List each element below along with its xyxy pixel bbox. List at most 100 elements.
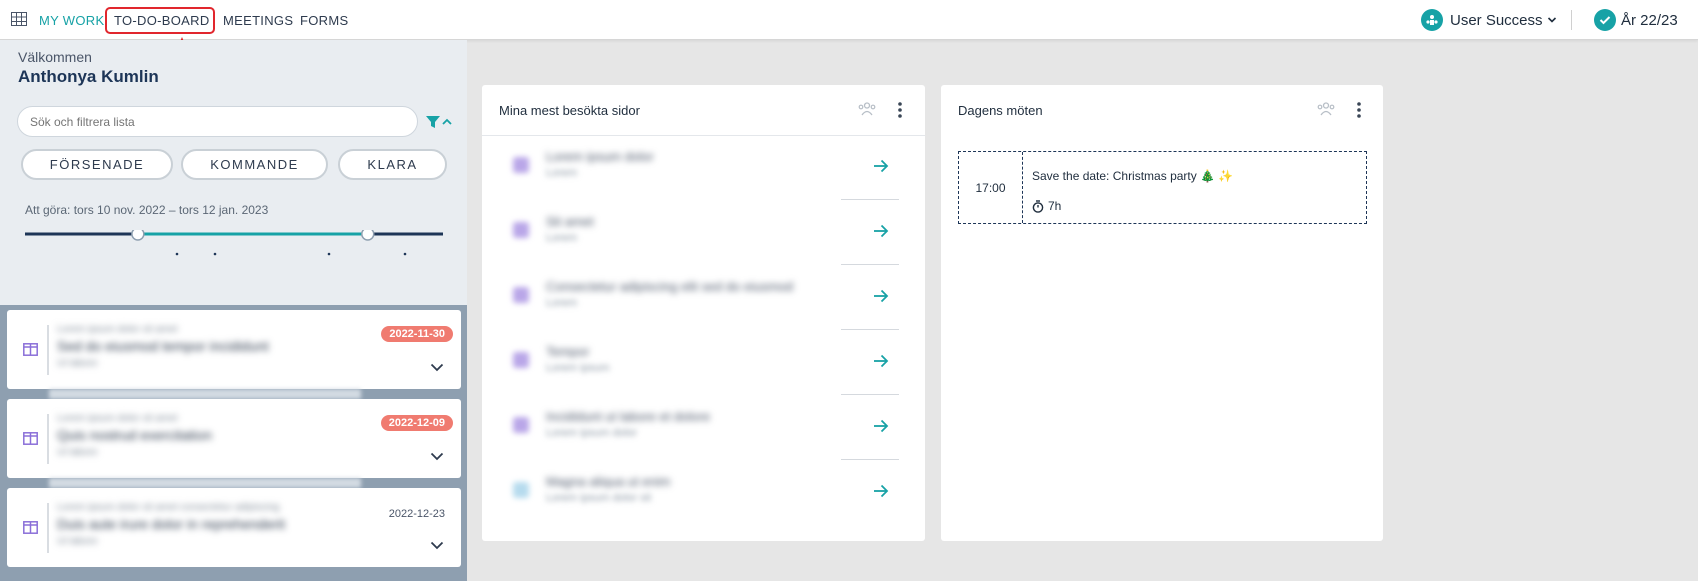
- date-range-label: Att göra: tors 10 nov. 2022 – tors 12 ja…: [25, 203, 269, 217]
- page-subtitle: Lorem ipsum: [546, 362, 610, 374]
- todays-meetings-panel: Dagens möten 17:00 Save the date: Christ…: [941, 85, 1383, 541]
- welcome-text: Välkommen: [18, 49, 92, 65]
- task-kicker: Lorem ipsum dolor sit amet consectetur a…: [57, 502, 280, 513]
- task-card[interactable]: Lorem ipsum dolor sit amet Quis nostrud …: [7, 399, 461, 478]
- task-kicker: Lorem ipsum dolor sit amet: [57, 324, 178, 335]
- page-name: Lorem ipsum dolor: [546, 149, 654, 164]
- date-range-slider[interactable]: [25, 230, 443, 260]
- task-list: Lorem ipsum dolor sit amet Sed do eiusmo…: [0, 305, 467, 581]
- due-date-badge: 2022-12-09: [380, 415, 453, 431]
- visited-page-row[interactable]: Lorem ipsum dolor Lorem: [499, 135, 899, 200]
- chevron-down-icon: [1547, 17, 1556, 23]
- task-card[interactable]: Lorem ipsum dolor sit amet consectetur a…: [7, 488, 461, 567]
- due-date-text: 2022-12-23: [388, 508, 445, 520]
- board-icon: [23, 521, 38, 534]
- card-divider: [47, 325, 49, 375]
- visited-page-row[interactable]: Consectetur adipiscing elit sed do eiusm…: [499, 265, 899, 330]
- task-subtitle: Ut labore: [57, 536, 98, 547]
- org-label: User Success: [1450, 11, 1543, 29]
- range-start-handle[interactable]: [131, 230, 145, 241]
- page-subtitle: Lorem: [546, 232, 578, 244]
- year-label: År 22/23: [1621, 11, 1678, 29]
- panel-title: Dagens möten: [958, 103, 1043, 118]
- card-divider: [47, 414, 49, 464]
- nav-meetings[interactable]: MEETINGS: [223, 13, 293, 28]
- to-do-board-highlight: [105, 7, 215, 34]
- visited-page-row[interactable]: Tempor Lorem ipsum: [499, 330, 899, 395]
- visited-page-row[interactable]: Magna aliqua ut enim Lorem ipsum dolor s…: [499, 460, 899, 525]
- page-name: Consectetur adipiscing elit sed do eiusm…: [546, 279, 794, 294]
- range-tick: [327, 252, 331, 256]
- arrow-right-icon[interactable]: [873, 224, 889, 238]
- filter-toggle-icon[interactable]: [425, 114, 453, 130]
- visited-page-row[interactable]: Incididunt ut labore et dolore Lorem ips…: [499, 395, 899, 460]
- page-icon: [513, 157, 529, 173]
- check-icon: [1594, 9, 1616, 31]
- user-name: Anthonya Kumlin: [18, 67, 159, 86]
- range-tick: [213, 252, 217, 256]
- arrow-right-icon[interactable]: [873, 419, 889, 433]
- filter-done-button[interactable]: KLARA: [338, 149, 447, 180]
- year-selector[interactable]: År 22/23: [1594, 0, 1678, 40]
- page-icon: [513, 482, 529, 498]
- nav-forms[interactable]: FORMS: [300, 13, 348, 28]
- meeting-title: Save the date: Christmas party 🎄 ✨: [1032, 169, 1234, 183]
- chevron-down-icon[interactable]: [430, 452, 444, 461]
- more-options-icon[interactable]: [1356, 101, 1362, 119]
- page-name: Tempor: [546, 344, 590, 359]
- page-name: Sit amet: [546, 214, 594, 229]
- apps-grid-icon[interactable]: [11, 12, 27, 26]
- search-input[interactable]: [17, 106, 418, 137]
- arrow-right-icon[interactable]: [873, 484, 889, 498]
- filter-overdue-button[interactable]: FÖRSENADE: [21, 149, 173, 180]
- board-icon: [23, 432, 38, 445]
- card-separator: [49, 478, 361, 488]
- page-icon: [513, 287, 529, 303]
- task-title: Sed do eiusmod tempor incididunt: [57, 338, 269, 354]
- arrow-right-icon[interactable]: [873, 354, 889, 368]
- meeting-time: 17:00: [959, 152, 1023, 223]
- meeting-item[interactable]: 17:00 Save the date: Christmas party 🎄 ✨…: [958, 151, 1367, 224]
- range-end-handle[interactable]: [361, 230, 375, 241]
- card-separator: [49, 389, 361, 399]
- range-tick: [403, 252, 407, 256]
- team-icon[interactable]: [1317, 102, 1335, 116]
- page-name: Magna aliqua ut enim: [546, 474, 671, 489]
- page-subtitle: Lorem ipsum dolor: [546, 427, 638, 439]
- org-icon: [1421, 9, 1443, 31]
- arrow-right-icon[interactable]: [873, 289, 889, 303]
- top-navigation-bar: MY WORK TO-DO-BOARD MEETINGS FORMS User …: [0, 0, 1698, 40]
- page-subtitle: Lorem: [546, 167, 578, 179]
- nav-my-work[interactable]: MY WORK: [39, 13, 104, 28]
- range-tick: [175, 252, 179, 256]
- stopwatch-icon: [1032, 199, 1044, 213]
- meeting-duration: 7h: [1032, 199, 1061, 213]
- board-icon: [23, 343, 38, 356]
- page-name: Incididunt ut labore et dolore: [546, 409, 711, 424]
- due-date-badge: 2022-11-30: [381, 326, 453, 342]
- task-subtitle: Ut labore: [57, 447, 98, 458]
- chevron-down-icon[interactable]: [430, 363, 444, 372]
- filter-upcoming-button[interactable]: KOMMANDE: [181, 149, 328, 180]
- nav-divider: [1571, 10, 1572, 30]
- task-card[interactable]: Lorem ipsum dolor sit amet Sed do eiusmo…: [7, 310, 461, 389]
- arrow-right-icon[interactable]: [873, 159, 889, 173]
- panel-title: Mina mest besökta sidor: [499, 103, 640, 118]
- chevron-down-icon[interactable]: [430, 541, 444, 550]
- page-subtitle: Lorem: [546, 297, 578, 309]
- more-options-icon[interactable]: [897, 101, 903, 119]
- task-title: Quis nostrud exercitation: [57, 427, 212, 443]
- task-kicker: Lorem ipsum dolor sit amet: [57, 413, 178, 424]
- team-icon[interactable]: [858, 102, 876, 116]
- card-divider: [47, 503, 49, 553]
- page-icon: [513, 417, 529, 433]
- page-subtitle: Lorem ipsum dolor sit: [546, 492, 652, 504]
- task-subtitle: Ut labore: [57, 358, 98, 369]
- task-title: Duis aute irure dolor in reprehenderit: [57, 516, 286, 532]
- most-visited-panel: Mina mest besökta sidor Lorem ipsum dolo…: [482, 85, 925, 541]
- meeting-duration-value: 7h: [1048, 199, 1062, 213]
- page-icon: [513, 222, 529, 238]
- page-icon: [513, 352, 529, 368]
- visited-page-row[interactable]: Sit amet Lorem: [499, 200, 899, 265]
- org-switcher[interactable]: User Success: [1421, 0, 1557, 40]
